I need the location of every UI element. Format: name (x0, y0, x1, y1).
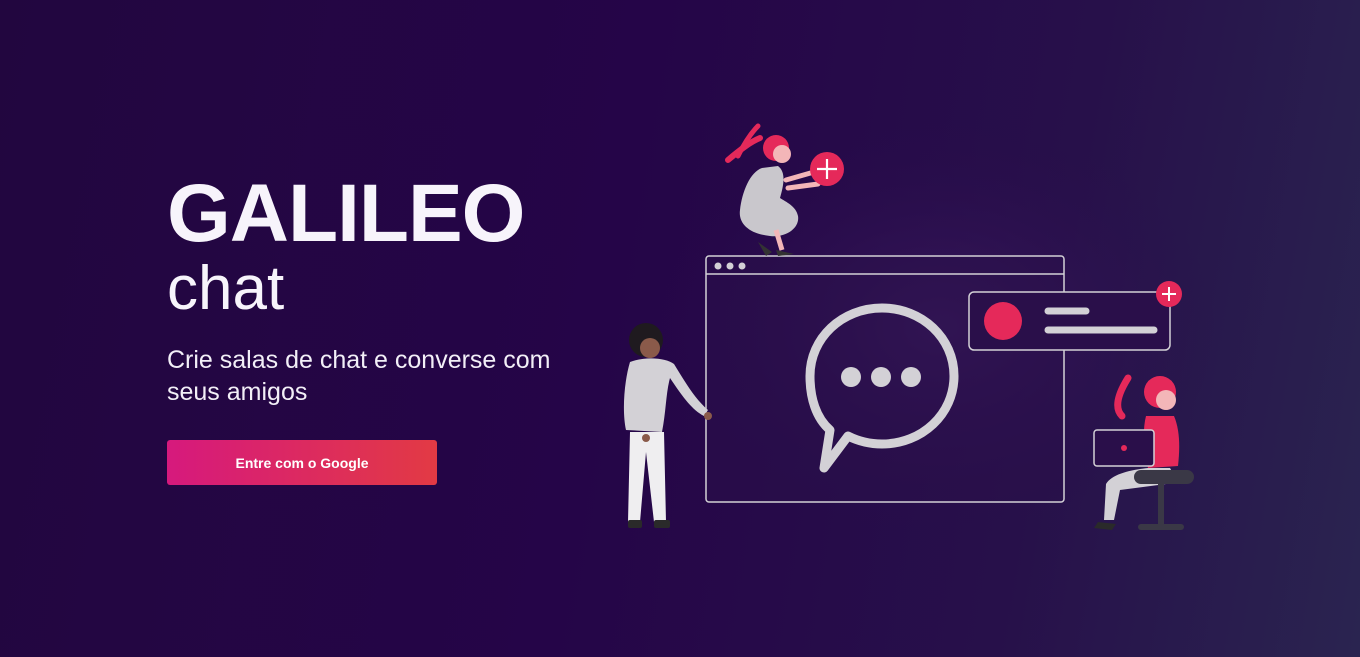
google-login-button[interactable]: Entre com o Google (167, 440, 437, 485)
brand-title: GALILEO (167, 168, 525, 259)
avatar (984, 302, 1022, 340)
brand-subtitle: chat (167, 254, 285, 323)
plus-icon (1156, 281, 1182, 307)
window-dot-icon (726, 262, 734, 270)
window-dot-icon (714, 262, 722, 270)
hero-illustration (623, 122, 1220, 532)
hero-text: GALILEO chat Crie salas de chat e conver… (167, 172, 607, 485)
tagline: Crie salas de chat e converse com seus a… (167, 346, 551, 406)
laptop-icon (1093, 429, 1155, 467)
window-dot-icon (738, 262, 746, 270)
notification-card (968, 281, 1182, 351)
plus-icon (810, 152, 844, 186)
